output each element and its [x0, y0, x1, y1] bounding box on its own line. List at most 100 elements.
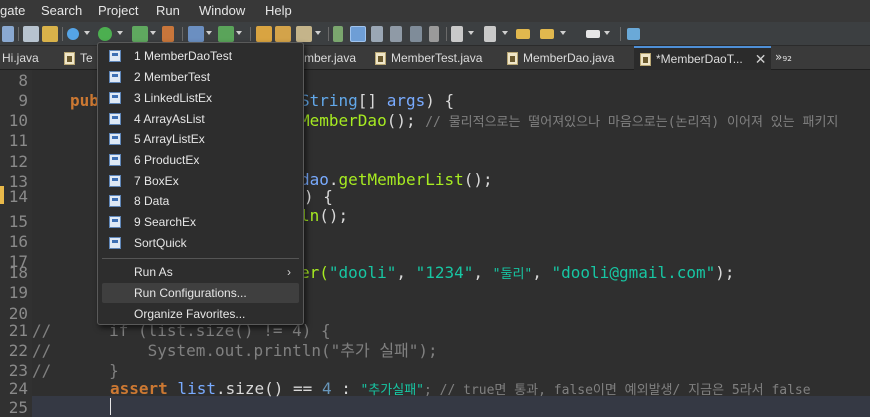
- line-number: 18: [8, 263, 28, 282]
- open-type-icon[interactable]: [256, 26, 272, 42]
- block-selection-icon[interactable]: [371, 26, 383, 42]
- next-annotation-icon[interactable]: [451, 26, 463, 42]
- run-history-item[interactable]: 3 LinkedListEx: [102, 88, 299, 108]
- forward-icon[interactable]: [586, 30, 600, 38]
- prev-annotation-icon[interactable]: [484, 26, 496, 42]
- launch-config-icon: [109, 92, 121, 104]
- code-token: list: [167, 379, 216, 398]
- menu-item-label: Run Configurations...: [134, 286, 247, 300]
- external-tools-icon[interactable]: [162, 26, 174, 42]
- word-wrap-icon[interactable]: [390, 26, 402, 42]
- code-string: "1234": [415, 263, 474, 282]
- line-number: 9: [18, 91, 28, 110]
- close-icon[interactable]: ✕: [755, 51, 767, 68]
- tab-label: MemberDao.java: [523, 51, 615, 65]
- toolbar-separator: [62, 27, 63, 41]
- toolbar-separator: [182, 27, 183, 41]
- tab-label: mber.java: [304, 51, 357, 65]
- back-icon[interactable]: [540, 29, 554, 39]
- line-number: 15: [8, 212, 28, 231]
- perspective-icon[interactable]: [627, 28, 640, 40]
- coverage-dropdown-icon[interactable]: [150, 31, 156, 35]
- run-history-item[interactable]: 1 MemberDaoTest: [102, 46, 299, 66]
- menu-run[interactable]: Run: [156, 3, 180, 18]
- mark-occurrences-icon[interactable]: [333, 26, 343, 42]
- toolbar-list-icon[interactable]: [23, 26, 39, 42]
- pilcrow-icon[interactable]: [429, 26, 439, 42]
- new-class-dropdown-icon[interactable]: [236, 31, 242, 35]
- menu-search[interactable]: Search: [41, 3, 82, 18]
- tab-overflow-button[interactable]: »₉₂: [775, 50, 792, 64]
- menu-item-label: 3 LinkedListEx: [134, 91, 213, 105]
- run-history-menu: 1 MemberDaoTest 2 MemberTest 3 LinkedLis…: [97, 42, 304, 325]
- line-number: 22: [8, 341, 28, 360]
- run-history-item[interactable]: 4 ArrayAsList: [102, 109, 299, 129]
- toolbar-separator: [446, 27, 447, 41]
- line-number: 16: [8, 232, 28, 251]
- menu-item-label: 8 Data: [134, 194, 170, 208]
- new-class-icon[interactable]: [218, 26, 234, 42]
- new-java-project-icon[interactable]: [188, 26, 204, 42]
- open-folder-icon[interactable]: [275, 26, 291, 42]
- run-as-menu-item[interactable]: Run As ›: [102, 262, 299, 282]
- run-history-item[interactable]: 5 ArrayListEx: [102, 129, 299, 149]
- tab-hi-java[interactable]: Hi.java: [0, 46, 58, 70]
- code-token: pub: [70, 91, 99, 110]
- coverage-icon[interactable]: [132, 26, 148, 42]
- run-history-item[interactable]: 6 ProductEx: [102, 150, 299, 170]
- launch-config-icon: [109, 154, 121, 166]
- run-history-item[interactable]: 2 MemberTest: [102, 67, 299, 87]
- new-dropdown-icon[interactable]: [206, 31, 212, 35]
- code-line-18: er("dooli", "1234", "둘리", "dooli@gmail.c…: [300, 263, 735, 285]
- code-line-10: MemberDao(); // 물리적으로는 떨어져있으나 마음으로는(논리적)…: [300, 111, 838, 133]
- menu-project[interactable]: Project: [98, 3, 138, 18]
- menu-window[interactable]: Window: [199, 3, 245, 18]
- code-string: "둘리": [492, 267, 533, 282]
- debug-dropdown-icon[interactable]: [84, 31, 90, 35]
- menu-help[interactable]: Help: [265, 3, 292, 18]
- back-dropdown-icon[interactable]: [560, 31, 566, 35]
- toolbar-task-icon[interactable]: [42, 26, 58, 42]
- tab-member-java[interactable]: mber.java: [304, 46, 384, 70]
- brush-dropdown-icon[interactable]: [315, 31, 321, 35]
- debug-icon[interactable]: [67, 28, 79, 40]
- toolbar-nav-icon[interactable]: [2, 26, 14, 42]
- code-token: getMemberList: [338, 170, 464, 189]
- brush-icon[interactable]: [296, 26, 312, 42]
- code-line-9: pub: [70, 91, 99, 111]
- run-dropdown-icon[interactable]: [117, 31, 123, 35]
- tab-test[interactable]: Te: [58, 46, 98, 70]
- highlight-icon[interactable]: [350, 26, 366, 42]
- tab-memberdao-java[interactable]: MemberDao.java: [507, 46, 632, 70]
- run-history-item[interactable]: 8 Data: [102, 191, 299, 211]
- tab-memberdaotest-java[interactable]: *MemberDaoT... ✕: [634, 46, 771, 70]
- run-history-item[interactable]: SortQuick: [102, 233, 299, 253]
- menu-item-label: Run As: [134, 265, 173, 279]
- line-number: 14: [8, 187, 28, 206]
- line-number: 10: [8, 111, 28, 130]
- code-comment: // }: [32, 361, 119, 380]
- tab-label: Hi.java: [2, 51, 39, 65]
- last-edit-icon[interactable]: [516, 29, 530, 39]
- menu-separator: [102, 258, 299, 259]
- run-history-item[interactable]: 7 BoxEx: [102, 171, 299, 191]
- organize-favorites-menu-item[interactable]: Organize Favorites...: [102, 304, 299, 324]
- run-history-item[interactable]: 9 SearchEx: [102, 212, 299, 232]
- menu-item-label: SortQuick: [134, 236, 187, 250]
- code-string: "추가실패": [360, 383, 424, 398]
- prev-annotation-dropdown-icon[interactable]: [502, 31, 508, 35]
- forward-dropdown-icon[interactable]: [604, 31, 610, 35]
- menu-item-label: 4 ArrayAsList: [134, 112, 205, 126]
- code-comment: // System.out.println("추가 실패");: [32, 341, 438, 360]
- next-annotation-dropdown-icon[interactable]: [468, 31, 474, 35]
- code-token: ();: [463, 170, 493, 189]
- menu-navigate[interactable]: gate: [0, 3, 25, 18]
- launch-config-icon: [109, 113, 121, 125]
- code-string: "dooli": [328, 263, 397, 282]
- code-token: ,: [396, 263, 416, 282]
- run-icon[interactable]: [98, 27, 112, 41]
- tab-membertest-java[interactable]: MemberTest.java: [375, 46, 505, 70]
- launch-config-icon: [109, 237, 121, 249]
- run-configurations-menu-item[interactable]: Run Configurations...: [102, 283, 299, 303]
- show-whitespace-icon[interactable]: [410, 26, 422, 42]
